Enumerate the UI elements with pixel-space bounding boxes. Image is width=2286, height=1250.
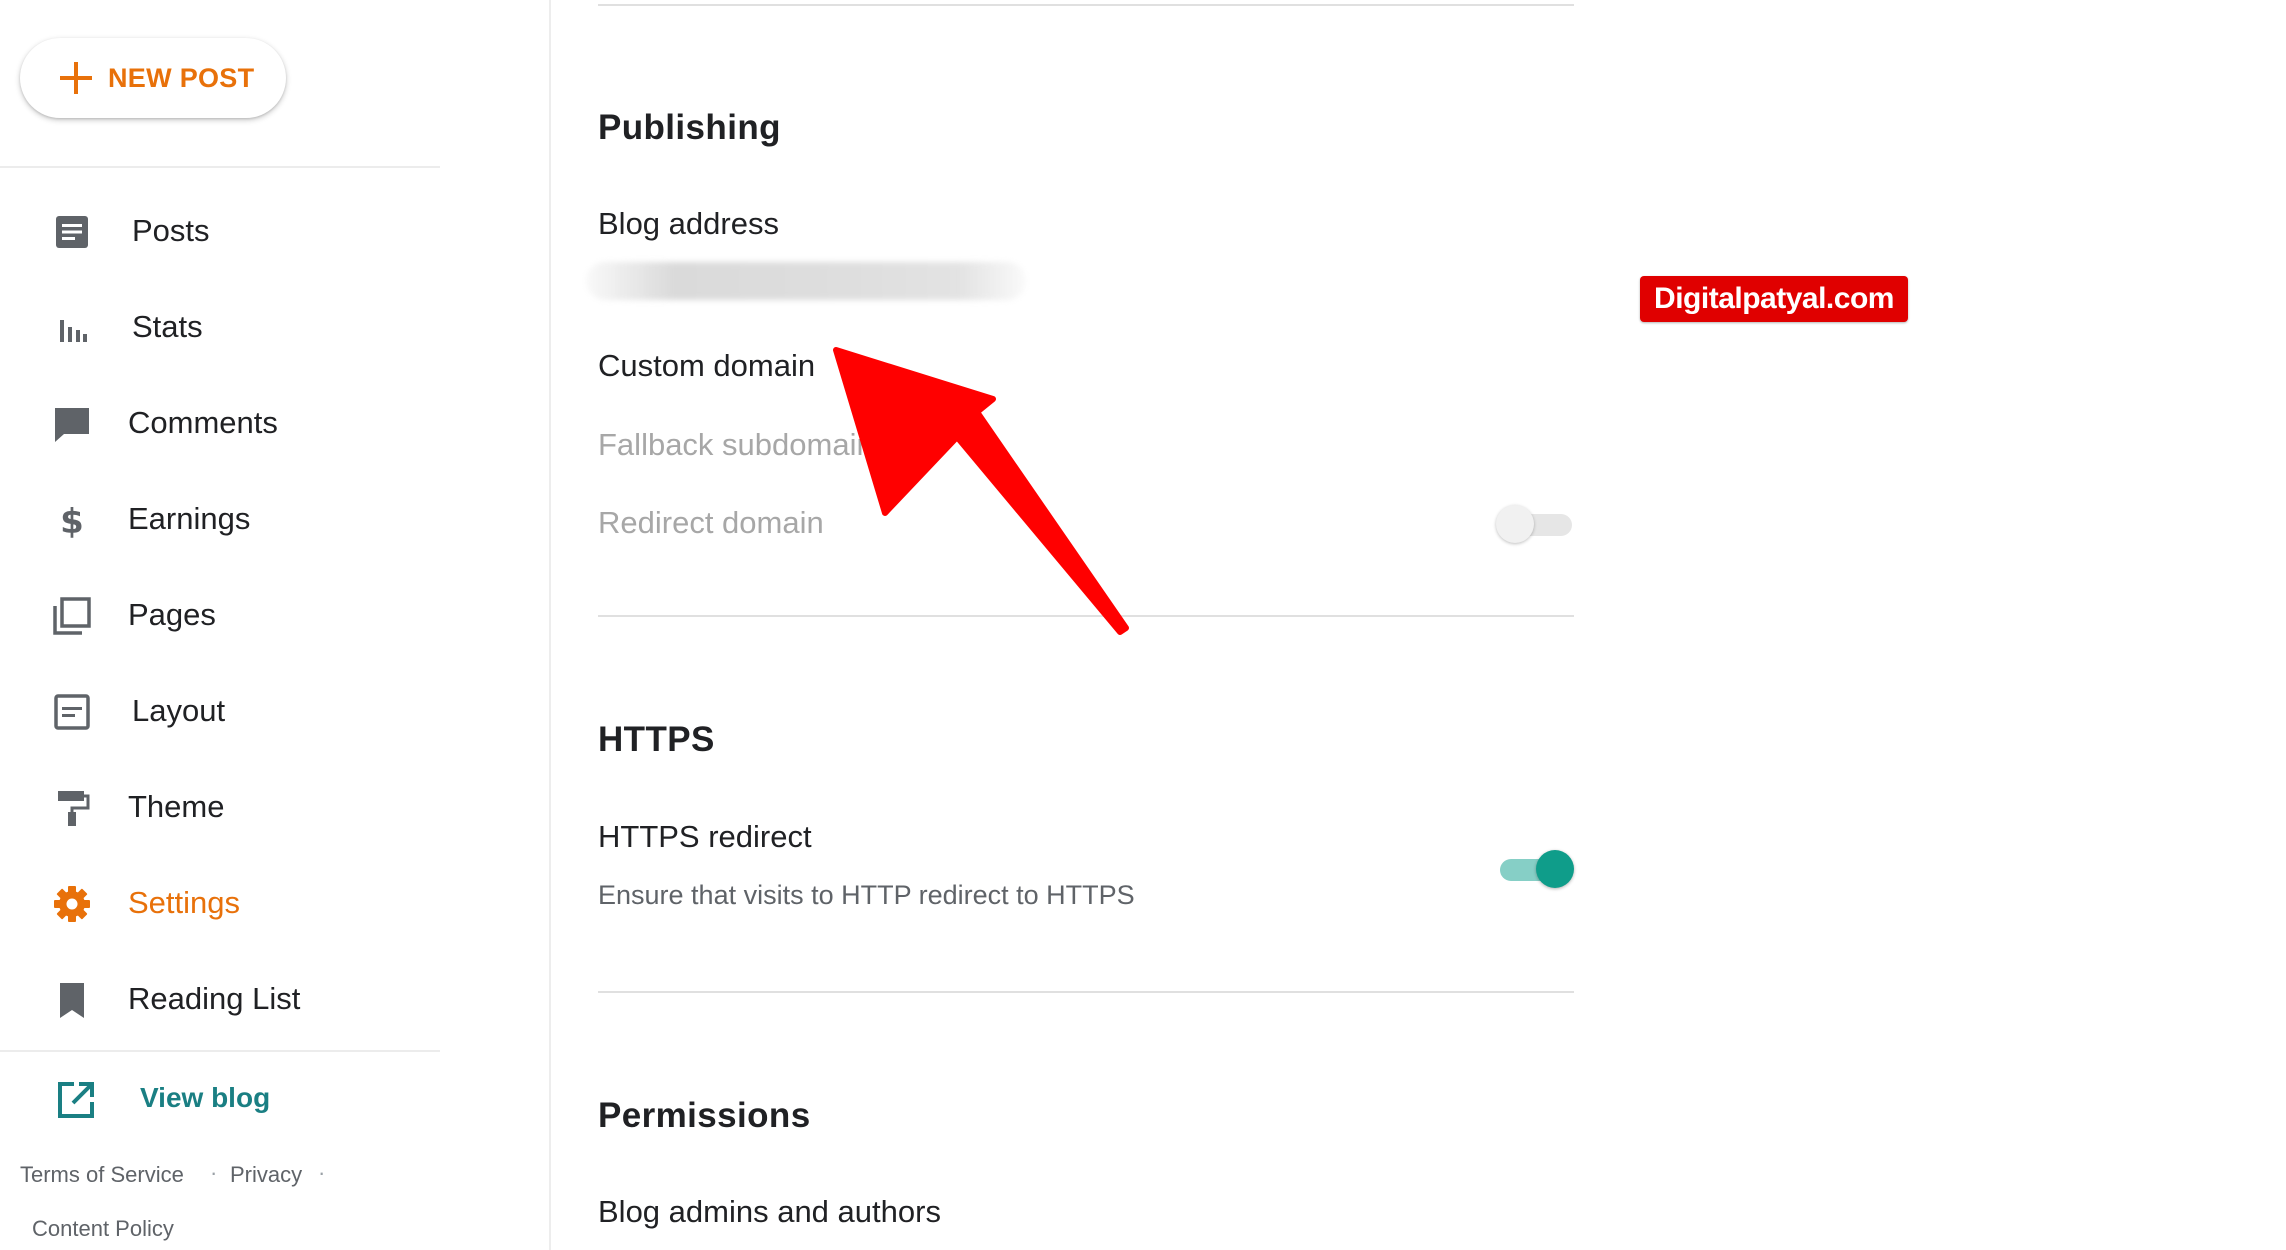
sidebar-item-label: Theme <box>128 789 225 824</box>
sidebar-item-theme[interactable]: Theme <box>0 768 440 848</box>
terms-of-service-link[interactable]: Terms of Service <box>20 1162 184 1188</box>
sidebar: NEW POST Posts Stats Comments $ Earnings… <box>0 0 550 1250</box>
https-redirect-label: HTTPS redirect <box>598 819 812 854</box>
svg-text:$: $ <box>60 502 84 540</box>
redirect-domain-label: Redirect domain <box>598 505 824 540</box>
watermark-badge: Digitalpatyal.com <box>1640 276 1908 322</box>
plus-icon <box>60 62 92 94</box>
section-divider <box>598 991 1574 993</box>
footer-separator: · <box>210 1160 218 1185</box>
view-blog-link[interactable]: View blog <box>0 1060 440 1140</box>
bookmark-icon <box>60 983 84 1018</box>
sidebar-border <box>549 0 551 1250</box>
stats-icon <box>60 316 87 342</box>
settings-gear-icon <box>54 886 90 922</box>
open-in-new-icon <box>58 1082 94 1118</box>
sidebar-item-pages[interactable]: Pages <box>0 576 440 656</box>
sidebar-item-label: Pages <box>128 597 216 632</box>
publishing-heading: Publishing <box>598 108 781 147</box>
blog-admins-label[interactable]: Blog admins and authors <box>598 1194 941 1230</box>
section-divider <box>598 4 1574 6</box>
https-redirect-toggle[interactable] <box>1496 848 1576 890</box>
sidebar-item-reading-list[interactable]: Reading List <box>0 960 440 1040</box>
sidebar-item-layout[interactable]: Layout <box>0 672 440 752</box>
posts-icon <box>56 216 88 248</box>
sidebar-divider <box>0 1050 440 1052</box>
sidebar-item-label: Settings <box>128 885 241 920</box>
new-post-button[interactable]: NEW POST <box>20 38 286 118</box>
sidebar-item-earnings[interactable]: $ Earnings <box>0 480 440 560</box>
https-heading: HTTPS <box>598 720 715 759</box>
sidebar-item-stats[interactable]: Stats <box>0 288 440 368</box>
footer-separator: · <box>318 1160 326 1185</box>
theme-icon <box>58 791 90 826</box>
content-policy-link[interactable]: Content Policy <box>32 1216 174 1242</box>
sidebar-item-label: Comments <box>128 405 278 440</box>
blog-address-value-blurred <box>586 262 1026 300</box>
sidebar-item-label: Posts <box>132 213 210 248</box>
sidebar-item-label: Reading List <box>128 981 301 1016</box>
layout-icon <box>54 694 90 730</box>
sidebar-item-label: Stats <box>132 309 203 344</box>
sidebar-divider <box>0 166 440 168</box>
sidebar-item-settings[interactable]: Settings <box>0 864 440 944</box>
sidebar-item-comments[interactable]: Comments <box>0 384 440 464</box>
permissions-heading: Permissions <box>598 1096 811 1135</box>
sidebar-item-posts[interactable]: Posts <box>0 192 440 272</box>
sidebar-item-label: Earnings <box>128 501 251 536</box>
privacy-link[interactable]: Privacy <box>230 1162 302 1188</box>
view-blog-label: View blog <box>140 1082 271 1113</box>
redirect-domain-toggle[interactable] <box>1496 503 1576 545</box>
blog-address-label[interactable]: Blog address <box>598 206 779 242</box>
toggle-thumb <box>1536 850 1574 888</box>
earnings-icon: $ <box>60 502 84 540</box>
pages-icon <box>53 597 91 635</box>
comments-icon <box>55 408 89 442</box>
toggle-thumb <box>1496 505 1534 543</box>
annotation-arrow-icon <box>833 347 1129 635</box>
new-post-label: NEW POST <box>108 62 255 93</box>
https-redirect-description: Ensure that visits to HTTP redirect to H… <box>598 880 1135 910</box>
sidebar-item-label: Layout <box>132 693 226 728</box>
custom-domain-label[interactable]: Custom domain <box>598 348 815 384</box>
